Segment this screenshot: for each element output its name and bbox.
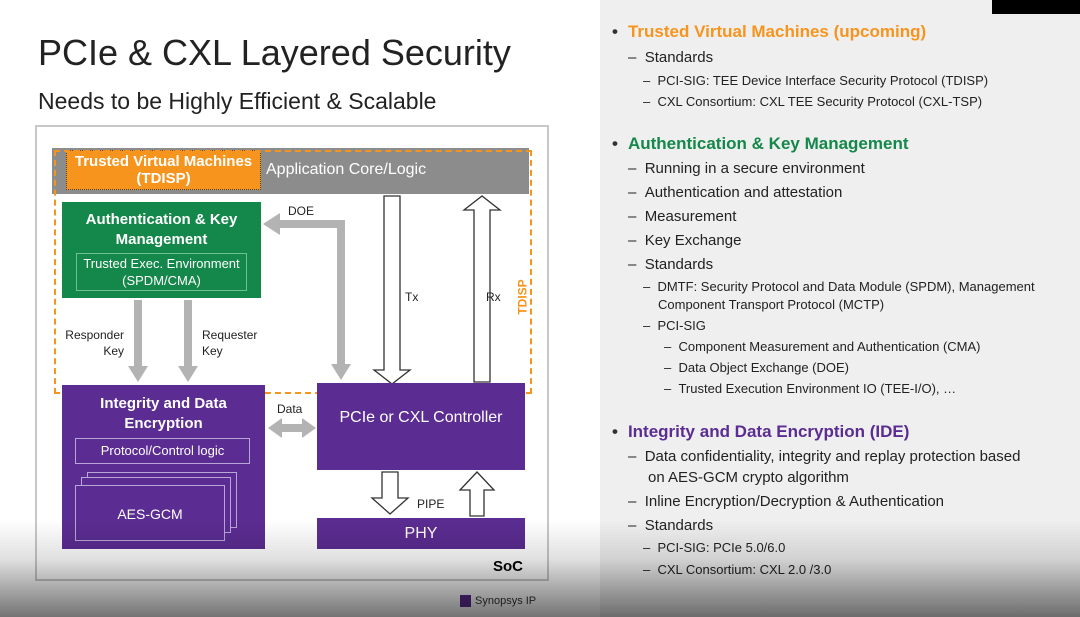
phy-block: PHY <box>317 518 525 549</box>
note-item: – Standards <box>628 517 714 534</box>
pipe-label: PIPE <box>417 497 445 511</box>
note-item: – Data Object Exchange (DOE) <box>664 360 849 375</box>
video-corner-badge <box>992 0 1080 14</box>
notes-heading-akm: • Authentication & Key Management <box>612 134 909 153</box>
notes-heading-ide: • Integrity and Data Encryption (IDE) <box>612 422 910 441</box>
note-item-cont: Component Transport Protocol (MCTP) <box>658 297 885 312</box>
note-item-cont: on AES-GCM crypto algorithm <box>648 469 849 486</box>
data-label: Data <box>277 402 303 416</box>
note-item: – DMTF: Security Protocol and Data Modul… <box>643 279 1035 294</box>
note-item: – PCI-SIG: TEE Device Interface Security… <box>643 73 989 88</box>
tdisp-label: TDISP <box>515 279 530 315</box>
note-item: – CXL Consortium: CXL TEE Security Proto… <box>643 94 983 109</box>
note-item: – Standards <box>628 256 714 273</box>
note-item: – Authentication and attestation <box>628 184 843 201</box>
note-item: – CXL Consortium: CXL 2.0 /3.0 <box>643 562 832 577</box>
requester-key-label: Requester Key <box>202 328 258 358</box>
soc-label: SoC <box>493 558 523 575</box>
note-item: – PCI-SIG <box>643 318 706 333</box>
tx-label: Tx <box>405 290 419 304</box>
note-item: – Running in a secure environment <box>628 160 865 177</box>
legend-swatch <box>460 595 471 608</box>
note-item: – Inline Encryption/Decryption & Authent… <box>628 493 945 510</box>
data-arrow <box>268 418 316 438</box>
note-item: – Data confidentiality, integrity and re… <box>628 448 1021 465</box>
legend-label: Synopsys IP <box>475 595 537 607</box>
notes-heading-tvm: • Trusted Virtual Machines (upcoming) <box>612 22 927 41</box>
pipe-down-arrow <box>370 471 410 515</box>
rx-label: Rx <box>486 290 501 304</box>
controller-block: PCIe or CXL Controller <box>317 383 525 470</box>
ide-title: Integrity and Data Encryption <box>100 395 227 432</box>
note-item: – PCI-SIG: PCIe 5.0/6.0 <box>643 540 786 555</box>
pipe-up-arrow <box>458 471 496 517</box>
legend: Synopsys IP <box>460 595 537 608</box>
aes-gcm-box: AES-GCM <box>75 485 225 541</box>
note-item: – Key Exchange <box>628 232 742 249</box>
protocol-logic-box: Protocol/Control logic <box>75 438 250 464</box>
note-item: – Standards <box>628 49 714 66</box>
doe-label: DOE <box>288 204 315 218</box>
note-item: – Measurement <box>628 208 737 225</box>
responder-key-label: Responder Key <box>65 328 124 358</box>
note-item: – Component Measurement and Authenticati… <box>664 339 981 354</box>
tdisp-boundary <box>54 150 532 394</box>
note-item: – Trusted Execution Environment IO (TEE-… <box>664 381 957 396</box>
